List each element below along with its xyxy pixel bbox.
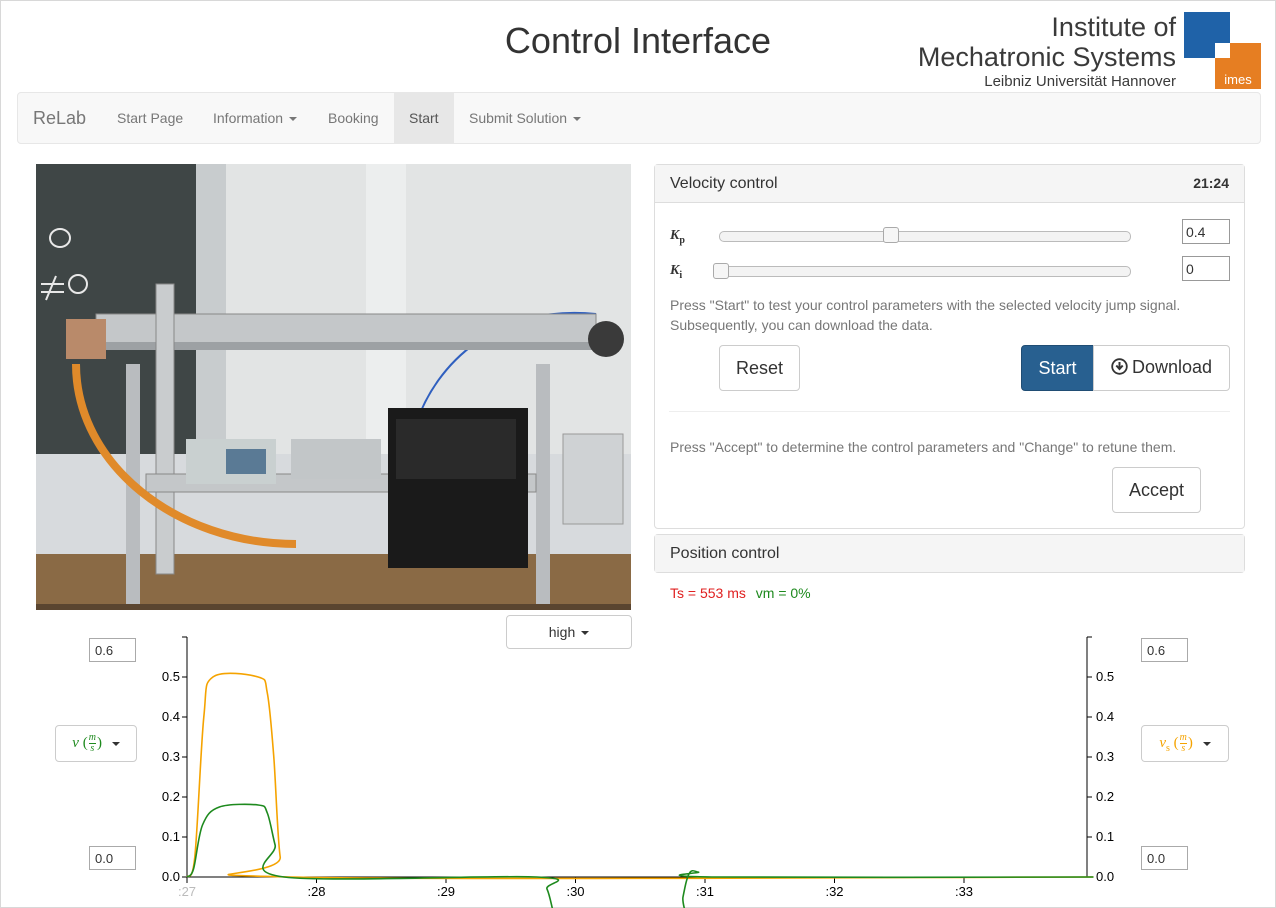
position-control-panel[interactable]: Position control (654, 534, 1245, 573)
left-y-tick-label: 0.5 (162, 669, 180, 684)
camera-image (36, 164, 631, 610)
velocity-instructions: Press "Start" to test your control param… (670, 297, 1181, 333)
nav-start[interactable]: Start (394, 93, 454, 143)
velocity-margin: vm = 0% (755, 585, 811, 601)
x-tick-label: :30 (566, 884, 584, 899)
reset-button[interactable]: Reset (719, 345, 800, 391)
x-tick-label: :29 (437, 884, 455, 899)
camera-feed (36, 164, 631, 610)
right-y-tick-label: 0.5 (1096, 669, 1114, 684)
caret-down-icon (289, 117, 298, 122)
nav-information-dropdown[interactable]: Information (198, 93, 312, 143)
right-y-tick-label: 0.3 (1096, 749, 1114, 764)
setpoint-series-line (186, 672, 1094, 880)
ki-label: Ki (670, 263, 683, 281)
ki-slider-handle[interactable] (713, 263, 729, 279)
x-tick-label: :33 (955, 884, 973, 899)
ki-value-input[interactable] (1182, 256, 1230, 281)
chart-axes (182, 636, 1092, 878)
position-panel-heading: Position control (655, 535, 1244, 572)
caret-down-icon (573, 117, 582, 122)
left-y-tick-label: 0.0 (162, 869, 180, 884)
accept-button[interactable]: Accept (1112, 467, 1201, 513)
right-y-tick-label: 0.4 (1096, 709, 1114, 724)
right-y-tick-label: 0.1 (1096, 829, 1114, 844)
navbar: ReLab Start Page Information Booking Sta… (17, 92, 1261, 144)
left-axis-ticks: 0.0 0.1 0.2 0.3 0.4 0.5 (162, 669, 187, 884)
download-button[interactable]: Download (1093, 345, 1230, 391)
chart-series (186, 672, 1094, 908)
kp-slider-track[interactable] (719, 231, 1131, 242)
status-line: Ts = 553 ms vm = 0% (670, 585, 811, 601)
right-y-tick-label: 0.2 (1096, 789, 1114, 804)
accept-instructions: Press "Accept" to determine the control … (670, 439, 1177, 455)
left-y-tick-label: 0.2 (162, 789, 180, 804)
velocity-chart: 0.0 0.1 0.2 0.3 0.4 0.5 0.0 0.1 0.2 0.3 0.4 0.5 :2… (162, 636, 1114, 908)
nav-submit-solution-dropdown[interactable]: Submit Solution (454, 93, 596, 143)
institute-logo-text: Institute of Mechatronic Systems Leibniz… (917, 12, 1176, 90)
left-y-tick-label: 0.4 (162, 709, 180, 724)
left-y-tick-label: 0.3 (162, 749, 180, 764)
panel-divider (669, 411, 1230, 412)
left-y-tick-label: 0.1 (162, 829, 180, 844)
velocity-panel-heading: Velocity control 21:24 (655, 165, 1244, 203)
right-y-tick-label: 0.0 (1096, 869, 1114, 884)
x-tick-label: :32 (825, 884, 843, 899)
download-icon (1111, 357, 1128, 380)
sample-time: Ts = 553 ms (670, 585, 746, 601)
start-button[interactable]: Start (1021, 345, 1094, 391)
x-tick-label: :27 (178, 884, 196, 899)
ki-slider-track[interactable] (719, 266, 1131, 277)
x-axis-ticks: :27 :28 :29 :30 :31 :32 :33 (178, 877, 973, 899)
nav-start-page[interactable]: Start Page (102, 93, 198, 143)
right-axis-ticks: 0.0 0.1 0.2 0.3 0.4 0.5 (1087, 669, 1114, 884)
kp-slider-handle[interactable] (883, 227, 899, 243)
kp-label: Kp (670, 228, 685, 246)
x-tick-label: :28 (307, 884, 325, 899)
x-tick-label: :31 (696, 884, 714, 899)
kp-value-input[interactable] (1182, 219, 1230, 244)
session-timer: 21:24 (1193, 175, 1229, 191)
nav-booking[interactable]: Booking (313, 93, 394, 143)
navbar-brand[interactable]: ReLab (18, 93, 101, 143)
